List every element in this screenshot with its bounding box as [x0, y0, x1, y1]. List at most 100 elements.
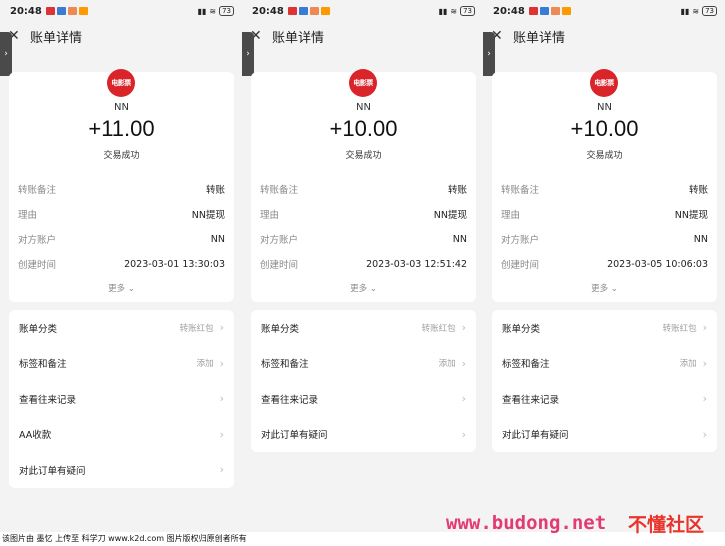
phone-panel-1: 20:48 ▮▮ ≋ 73 ✕ 账单详情 › 电影票 NN +11.00 交易成功 … [0, 0, 242, 546]
actions-card: 账单分类 转账红包 › 标签和备注 添加 › 查看往来记录 › AA收款 › 对此订单有疑问… [9, 310, 234, 488]
chevron-right-icon: › [246, 49, 250, 59]
chevron-right-icon: › [461, 427, 466, 441]
status-bar: 20:48 ▮▮ ≋ 73 [483, 0, 725, 22]
wifi-icon: ≋ [209, 6, 217, 16]
actions-card: 账单分类 转账红包 › 标签和备注 添加 › 查看往来记录 › 对此订单有疑问 › [492, 310, 717, 452]
chevron-down-icon: ⌄ [369, 284, 377, 294]
detail-row-reason: 理由 NN提现 [260, 210, 467, 221]
chevron-right-icon: › [702, 392, 707, 406]
chevron-right-icon: › [702, 321, 707, 335]
status-bar: 20:48 ▮▮ ≋ 73 [0, 0, 242, 22]
chevron-right-icon: › [219, 463, 224, 477]
system-icons: ▮▮ ≋ 73 [439, 6, 475, 16]
actions-card: 账单分类 转账红包 › 标签和备注 添加 › 查看往来记录 › 对此订单有疑问 › [251, 310, 476, 452]
footer-caption: 该图片由 墨忆 上传至 科学刀 www.k2d.com 图片版权归原创者所有 [0, 532, 725, 546]
status-time: 20:48 [10, 5, 42, 17]
chevron-right-icon: › [702, 427, 707, 441]
more-link[interactable]: 更多 ⌄ [251, 282, 476, 294]
bill-category-item[interactable]: 账单分类 转账红包 › [9, 310, 234, 346]
page-title: 账单详情 [272, 30, 325, 46]
detail-row-account: 对方账户 NN [260, 233, 467, 247]
chevron-right-icon: › [4, 49, 8, 59]
history-item[interactable]: 查看往来记录 › [492, 381, 717, 417]
detail-row-created: 创建时间 2023-03-01 13:30:03 [18, 258, 225, 272]
amount: +10.00 [570, 116, 639, 141]
history-item[interactable]: 查看往来记录 › [251, 381, 476, 417]
order-question-item[interactable]: 对此订单有疑问 › [251, 417, 476, 453]
chevron-right-icon: › [461, 321, 466, 335]
tags-notes-item[interactable]: 标签和备注 添加 › [9, 346, 234, 382]
notification-icons [287, 7, 330, 15]
bill-category-item[interactable]: 账单分类 转账红包 › [492, 310, 717, 346]
signal-icon: ▮▮ [438, 6, 448, 16]
chevron-right-icon: › [702, 356, 707, 370]
status-time: 20:48 [493, 5, 525, 17]
merchant-logo: 电影票 [107, 69, 135, 97]
transaction-card: 电影票 NN +10.00 交易成功 转账备注 转账 理由 NN提现 对方账户 NN … [492, 69, 717, 302]
transaction-status: 交易成功 [345, 151, 382, 161]
transaction-status: 交易成功 [586, 151, 623, 161]
chevron-down-icon: ⌄ [127, 284, 135, 294]
side-drawer-handle[interactable]: › [242, 32, 254, 76]
watermark-brand: 不懂社区 [628, 514, 705, 536]
wifi-icon: ≋ [450, 6, 458, 16]
order-question-item[interactable]: 对此订单有疑问 › [492, 417, 717, 453]
bill-category-item[interactable]: 账单分类 转账红包 › [251, 310, 476, 346]
detail-row-note: 转账备注 转账 [501, 185, 708, 196]
amount: +10.00 [329, 116, 398, 141]
status-bar: 20:48 ▮▮ ≋ 73 [242, 0, 483, 22]
more-link[interactable]: 更多 ⌄ [9, 282, 234, 294]
chevron-right-icon: › [219, 392, 224, 406]
tags-notes-item[interactable]: 标签和备注 添加 › [251, 346, 476, 382]
detail-row-reason: 理由 NN提现 [501, 210, 708, 221]
side-drawer-handle[interactable]: › [483, 32, 495, 76]
system-icons: ▮▮ ≋ 73 [681, 6, 717, 16]
page-title: 账单详情 [513, 30, 566, 46]
battery-icon: 73 [219, 6, 234, 16]
chevron-right-icon: › [219, 321, 224, 335]
page-header: ✕ 账单详情 [483, 22, 725, 50]
chevron-right-icon: › [219, 427, 224, 441]
detail-row-note: 转账备注 转账 [260, 185, 467, 196]
page-header: ✕ 账单详情 [0, 22, 242, 50]
side-drawer-handle[interactable]: › [0, 32, 12, 76]
chevron-down-icon: ⌄ [610, 284, 618, 294]
notification-icons [528, 7, 571, 15]
detail-row-reason: 理由 NN提现 [18, 210, 225, 221]
more-link[interactable]: 更多 ⌄ [492, 282, 717, 294]
chevron-right-icon: › [461, 356, 466, 370]
order-question-item[interactable]: 对此订单有疑问 › [9, 452, 234, 488]
payer-name: NN [597, 102, 612, 113]
transaction-status: 交易成功 [103, 151, 140, 161]
system-icons: ▮▮ ≋ 73 [198, 6, 234, 16]
detail-row-created: 创建时间 2023-03-03 12:51:42 [260, 258, 467, 272]
page-header: ✕ 账单详情 [242, 22, 483, 50]
chevron-right-icon: › [487, 49, 491, 59]
aa-collect-item[interactable]: AA收款 › [9, 417, 234, 453]
status-time: 20:48 [252, 5, 284, 17]
amount: +11.00 [88, 116, 155, 141]
phone-panel-2: 20:48 ▮▮ ≋ 73 ✕ 账单详情 › 电影票 NN +10.00 交易成功 … [242, 0, 483, 546]
tags-notes-item[interactable]: 标签和备注 添加 › [492, 346, 717, 382]
chevron-right-icon: › [461, 392, 466, 406]
merchant-logo: 电影票 [349, 69, 377, 97]
detail-row-created: 创建时间 2023-03-05 10:06:03 [501, 258, 708, 272]
battery-icon: 73 [702, 6, 717, 16]
payer-name: NN [114, 102, 129, 113]
signal-icon: ▮▮ [197, 6, 207, 16]
chevron-right-icon: › [219, 356, 224, 370]
payer-name: NN [356, 102, 371, 113]
transaction-card: 电影票 NN +11.00 交易成功 转账备注 转账 理由 NN提现 对方账户 NN … [9, 69, 234, 302]
phone-panel-3: 20:48 ▮▮ ≋ 73 ✕ 账单详情 › 电影票 NN +10.00 交易成功 … [483, 0, 725, 546]
detail-row-account: 对方账户 NN [501, 233, 708, 247]
signal-icon: ▮▮ [680, 6, 690, 16]
screenshot-collage: 20:48 ▮▮ ≋ 73 ✕ 账单详情 › 电影票 NN +11.00 交易成功 … [0, 0, 725, 546]
notification-icons [45, 7, 88, 15]
detail-row-note: 转账备注 转账 [18, 185, 225, 196]
page-title: 账单详情 [30, 30, 83, 46]
battery-icon: 73 [460, 6, 475, 16]
merchant-logo: 电影票 [590, 69, 618, 97]
detail-row-account: 对方账户 NN [18, 233, 225, 247]
watermark-url: www.budong.net [446, 512, 607, 534]
history-item[interactable]: 查看往来记录 › [9, 381, 234, 417]
